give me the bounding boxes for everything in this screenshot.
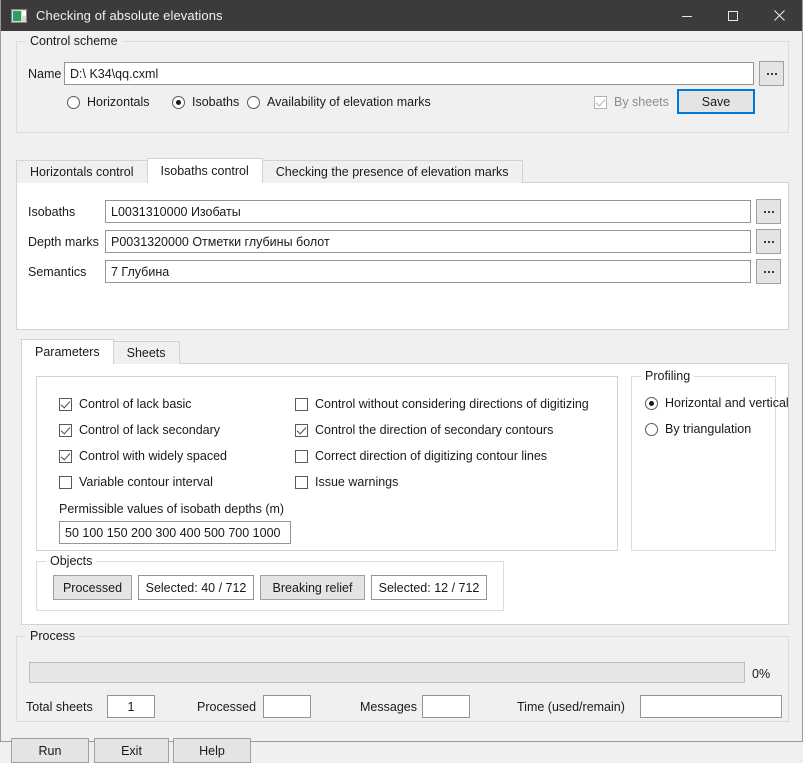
isobaths-browse-button[interactable]	[756, 199, 781, 224]
title-bar: Checking of absolute elevations	[1, 0, 802, 31]
checkbox-mark	[295, 397, 308, 411]
checkbox-correct-direction-digitizing-contour-lines[interactable]: Correct direction of digitizing contour …	[295, 449, 547, 463]
breaking-relief-button[interactable]: Breaking relief	[260, 575, 365, 600]
checkbox-control-with-widely-spaced[interactable]: Control with widely spaced	[59, 449, 227, 463]
radio-mark	[645, 396, 658, 410]
close-button[interactable]	[756, 0, 802, 31]
control-scheme-group: Control scheme Name D:\ K34\qq.cxml Hori…	[16, 34, 789, 133]
checkbox-control-of-lack-secondary[interactable]: Control of lack secondary	[59, 423, 220, 437]
radio-isobaths[interactable]: Isobaths	[172, 95, 239, 109]
checkbox-mark	[295, 475, 308, 489]
depth-marks-label: Depth marks	[28, 235, 99, 249]
processed-value[interactable]	[263, 695, 311, 718]
total-sheets-value[interactable]: 1	[107, 695, 155, 718]
total-sheets-label: Total sheets	[26, 700, 93, 714]
checkbox-label: Issue warnings	[315, 475, 399, 489]
parameters-panel: Control of lack basic Control of lack se…	[21, 363, 789, 625]
semantics-browse-button[interactable]	[756, 259, 781, 284]
breaking-relief-selected-value: Selected: 12 / 712	[371, 575, 487, 600]
objects-group: Objects Processed Selected: 40 / 712 Bre…	[36, 554, 504, 611]
radio-mark	[67, 95, 80, 109]
radio-availability-label: Availability of elevation marks	[267, 95, 431, 109]
semantics-label: Semantics	[28, 265, 87, 279]
isobaths-label: Isobaths	[28, 205, 76, 219]
checkbox-mark	[59, 475, 72, 489]
main-tabstrip: Horizontals control Isobaths control Che…	[16, 158, 789, 183]
checkbox-control-of-lack-basic[interactable]: Control of lack basic	[59, 397, 192, 411]
tab-parameters[interactable]: Parameters	[21, 339, 114, 364]
checkbox-variable-contour-interval[interactable]: Variable contour interval	[59, 475, 213, 489]
save-button[interactable]: Save	[677, 89, 755, 114]
checkbox-label: Control with widely spaced	[79, 449, 227, 463]
processed-selected-value: Selected: 40 / 712	[138, 575, 254, 600]
processed-label: Processed	[197, 700, 257, 714]
scheme-name-input[interactable]: D:\ K34\qq.cxml	[64, 62, 754, 85]
checkbox-mark	[59, 397, 72, 411]
radio-label: By triangulation	[665, 422, 752, 436]
messages-label: Messages	[360, 700, 417, 714]
profiling-group: Profiling Horizontal and vertical By tri…	[631, 369, 789, 551]
by-sheets-checkbox[interactable]: By sheets	[594, 95, 669, 109]
radio-mark	[645, 422, 658, 436]
tab-sheets[interactable]: Sheets	[112, 341, 180, 364]
checkbox-mark	[594, 95, 607, 109]
isobaths-control-panel: Isobaths L0031310000 Изобаты Depth marks…	[16, 182, 789, 330]
checkbox-label: Correct direction of digitizing contour …	[315, 449, 548, 463]
permissible-depths-label: Permissible values of isobath depths (m)	[59, 502, 285, 516]
name-label: Name	[28, 67, 62, 81]
tab-checking-presence-elevation-marks[interactable]: Checking the presence of elevation marks	[261, 160, 523, 183]
radio-horizontal-and-vertical[interactable]: Horizontal and vertical	[645, 396, 789, 410]
checkbox-label: Control the direction of secondary conto…	[315, 423, 554, 437]
scheme-browse-button[interactable]	[759, 61, 784, 86]
radio-availability-of-elevation-marks[interactable]: Availability of elevation marks	[247, 95, 431, 109]
semantics-input[interactable]: 7 Глубина	[105, 260, 751, 283]
app-icon	[11, 8, 27, 23]
isobaths-input[interactable]: L0031310000 Изобаты	[105, 200, 751, 223]
progress-percent: 0%	[752, 667, 771, 681]
parameters-options-box: Control of lack basic Control of lack se…	[36, 376, 618, 551]
checkbox-label: Control without considering directions o…	[315, 397, 589, 411]
radio-horizontals-label: Horizontals	[87, 95, 150, 109]
checkbox-label: Control of lack basic	[79, 397, 192, 411]
depth-marks-input[interactable]: P0031320000 Отметки глубины болот	[105, 230, 751, 253]
time-label: Time (used/remain)	[517, 700, 625, 714]
radio-by-triangulation[interactable]: By triangulation	[645, 422, 751, 436]
radio-mark	[172, 95, 185, 109]
parameters-tabstrip: Parameters Sheets	[21, 339, 789, 364]
profiling-title: Profiling	[641, 369, 695, 383]
messages-value[interactable]	[422, 695, 470, 718]
processed-button[interactable]: Processed	[53, 575, 132, 600]
checkbox-issue-warnings[interactable]: Issue warnings	[295, 475, 398, 489]
window-title: Checking of absolute elevations	[36, 8, 223, 23]
radio-mark	[247, 95, 260, 109]
depth-marks-browse-button[interactable]	[756, 229, 781, 254]
tab-horizontals-control[interactable]: Horizontals control	[16, 160, 148, 183]
radio-horizontals[interactable]: Horizontals	[67, 95, 150, 109]
radio-label: Horizontal and vertical	[665, 396, 789, 410]
progress-bar	[29, 662, 745, 683]
control-scheme-title: Control scheme	[26, 34, 122, 48]
tab-isobaths-control[interactable]: Isobaths control	[146, 158, 263, 183]
objects-title: Objects	[46, 554, 97, 568]
checkbox-control-without-considering-directions[interactable]: Control without considering directions o…	[295, 397, 589, 411]
process-group: Process 0% Total sheets 1 Processed Mess…	[16, 629, 789, 722]
minimize-button[interactable]	[664, 0, 710, 31]
client-area: Control scheme Name D:\ K34\qq.cxml Hori…	[1, 31, 802, 763]
time-value[interactable]	[640, 695, 782, 718]
application-window: Checking of absolute elevations Control …	[0, 0, 803, 763]
checkbox-mark	[295, 423, 308, 437]
checkbox-control-direction-secondary-contours[interactable]: Control the direction of secondary conto…	[295, 423, 553, 437]
checkbox-label: Variable contour interval	[79, 475, 213, 489]
maximize-button[interactable]	[710, 0, 756, 31]
checkbox-mark	[59, 449, 72, 463]
process-title: Process	[26, 629, 80, 643]
by-sheets-label: By sheets	[614, 95, 669, 109]
radio-isobaths-label: Isobaths	[192, 95, 240, 109]
permissible-depths-input[interactable]: 50 100 150 200 300 400 500 700 1000	[59, 521, 291, 544]
checkbox-label: Control of lack secondary	[79, 423, 221, 437]
checkbox-mark	[59, 423, 72, 437]
checkbox-mark	[295, 449, 308, 463]
